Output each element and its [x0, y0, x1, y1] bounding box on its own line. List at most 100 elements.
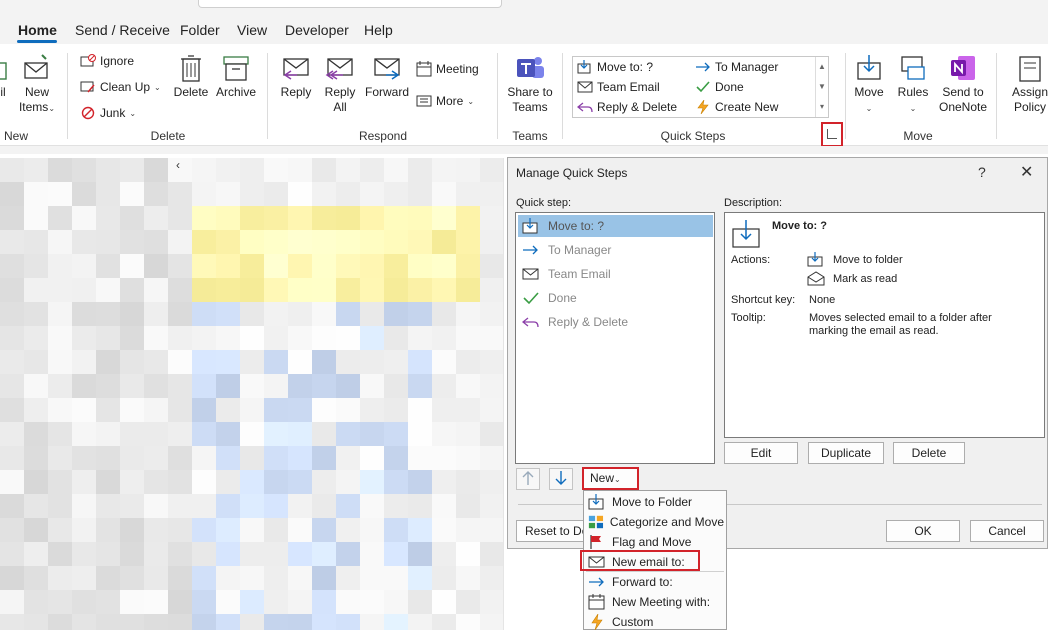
duplicate-button[interactable]: Duplicate	[808, 442, 884, 464]
ignore-button[interactable]: Ignore	[80, 54, 134, 68]
blur-cell	[24, 278, 48, 302]
new-email-button[interactable]: il	[0, 53, 10, 100]
blur-cell	[408, 566, 432, 590]
cleanup-button[interactable]: Clean Up ⌄	[80, 80, 161, 94]
scroll-up-icon[interactable]: ▲	[816, 57, 828, 77]
tab-help[interactable]: Help	[364, 22, 393, 38]
help-icon[interactable]: ?	[978, 164, 986, 180]
blur-cell	[192, 326, 216, 350]
qs-label: Create New	[715, 100, 779, 114]
qs-label: Move to: ?	[597, 60, 654, 74]
blur-cell	[312, 446, 336, 470]
blur-cell	[72, 182, 96, 206]
scroll-down-icon[interactable]: ▼	[816, 77, 828, 97]
delete-button[interactable]: Delete	[172, 53, 210, 100]
list-item-to-manager[interactable]: To Manager	[518, 239, 713, 261]
list-item-team-email[interactable]: Team Email	[518, 263, 713, 285]
blur-cell	[336, 590, 360, 614]
blur-cell	[120, 374, 144, 398]
ribbon-divider	[562, 53, 563, 139]
blur-cell	[0, 614, 24, 630]
quick-step-move-to[interactable]: Move to: ?	[577, 60, 653, 74]
move-up-button[interactable]	[516, 468, 540, 490]
list-item-move-to[interactable]: Move to: ?	[518, 215, 713, 237]
menu-item-label: Custom	[612, 615, 654, 629]
menu-item-forward-to[interactable]: Forward to:	[586, 572, 724, 592]
blur-cell	[72, 518, 96, 542]
blur-cell	[264, 422, 288, 446]
close-icon[interactable]: ✕	[1020, 162, 1033, 182]
expand-gallery-icon[interactable]: ▾	[816, 97, 828, 117]
blur-cell	[72, 326, 96, 350]
blur-cell	[24, 350, 48, 374]
move-down-button[interactable]	[549, 468, 573, 490]
assign-policy-button[interactable]: Assign Policy	[1006, 53, 1048, 115]
quick-step-create-new[interactable]: Create New	[695, 100, 778, 114]
quick-step-reply-delete[interactable]: Reply & Delete	[577, 100, 677, 114]
blur-cell	[240, 542, 264, 566]
share-to-teams-button[interactable]: Share to Teams	[505, 53, 555, 115]
menu-item-custom[interactable]: Custom	[586, 612, 724, 630]
blur-cell	[432, 566, 456, 590]
tab-view[interactable]: View	[237, 22, 267, 38]
blur-cell	[24, 614, 48, 630]
blur-cell	[456, 374, 480, 398]
blur-cell	[336, 614, 360, 630]
meeting-button[interactable]: Meeting	[416, 61, 479, 77]
blur-cell	[408, 470, 432, 494]
reply-all-button[interactable]: Reply All	[322, 53, 358, 115]
blur-cell	[216, 278, 240, 302]
blur-cell	[312, 494, 336, 518]
blur-cell	[456, 590, 480, 614]
cancel-button[interactable]: Cancel	[970, 520, 1044, 542]
blur-cell	[72, 158, 96, 182]
new-label: New	[590, 471, 615, 485]
more-respond-button[interactable]: More ⌄	[416, 93, 474, 109]
new-items-button[interactable]: New Items⌄	[16, 53, 58, 116]
list-item-reply-delete[interactable]: Reply & Delete	[518, 311, 713, 333]
tab-developer[interactable]: Developer	[285, 22, 349, 38]
quick-step-team-email[interactable]: Team Email	[577, 80, 660, 94]
rules-button[interactable]: Rules ⌄	[894, 53, 932, 116]
junk-button[interactable]: Junk ⌄	[80, 106, 136, 120]
quick-step-to-manager[interactable]: To Manager	[695, 60, 778, 74]
move-button[interactable]: Move ⌄	[850, 53, 888, 116]
blur-cell	[408, 398, 432, 422]
blur-cell	[192, 590, 216, 614]
archive-button[interactable]: Archive	[214, 53, 258, 100]
new-quick-step-button[interactable]: New⌄	[582, 467, 639, 490]
blur-cell	[120, 182, 144, 206]
blur-cell	[432, 374, 456, 398]
edit-button[interactable]: Edit	[724, 442, 798, 464]
blur-cell	[288, 302, 312, 326]
ignore-label: Ignore	[100, 54, 135, 68]
delete-button[interactable]: Delete	[893, 442, 965, 464]
forward-button[interactable]: Forward	[364, 53, 410, 100]
quick-steps-scroll[interactable]: ▲ ▼ ▾	[815, 57, 828, 117]
blur-cell	[360, 590, 384, 614]
blur-cell	[192, 470, 216, 494]
blur-cell	[408, 614, 432, 630]
reply-button[interactable]: Reply	[278, 53, 314, 100]
blur-cell	[144, 398, 168, 422]
menu-item-move-to-folder[interactable]: Move to Folder	[586, 492, 724, 512]
ok-button[interactable]: OK	[886, 520, 960, 542]
tab-folder[interactable]: Folder	[180, 22, 220, 38]
menu-item-flag-and-move[interactable]: Flag and Move	[586, 532, 724, 552]
search-box[interactable]	[198, 0, 502, 8]
junk-icon	[81, 106, 95, 120]
blur-cell	[264, 446, 288, 470]
menu-item-categorize-and-move[interactable]: Categorize and Move	[586, 512, 724, 532]
blur-cell	[384, 206, 408, 230]
collapse-pane-icon[interactable]: ‹	[176, 158, 180, 172]
tab-send-receive[interactable]: Send / Receive	[75, 22, 170, 38]
blur-cell	[480, 302, 504, 326]
send-to-onenote-button[interactable]: Send to OneNote	[938, 53, 988, 115]
blur-cell	[48, 374, 72, 398]
list-item-done[interactable]: Done	[518, 287, 713, 309]
tab-home[interactable]: Home	[18, 22, 57, 38]
menu-item-new-meeting-with[interactable]: New Meeting with:	[586, 592, 724, 612]
blur-cell	[336, 374, 360, 398]
quick-step-done[interactable]: Done	[695, 80, 744, 94]
quick-steps-dialog-launcher[interactable]	[821, 122, 843, 147]
